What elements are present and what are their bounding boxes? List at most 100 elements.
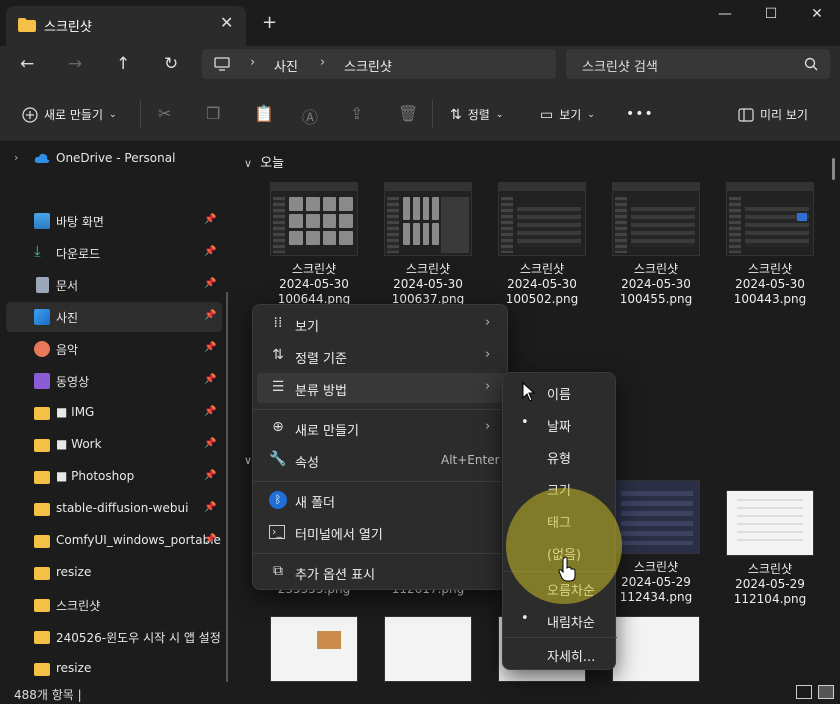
thumbnail <box>384 182 472 256</box>
submenu-item-date[interactable]: • 날짜 <box>507 409 613 439</box>
group-header-today[interactable]: ∨ 오늘 <box>244 152 284 171</box>
sidebar-item-videos[interactable]: 동영상 📌 <box>6 366 222 396</box>
file-item[interactable] <box>376 616 480 682</box>
submenu-item-type[interactable]: 유형 <box>507 441 613 471</box>
pin-icon[interactable]: 📌 <box>204 438 216 449</box>
shortcut-label: Alt+Enter <box>441 453 500 467</box>
rename-icon[interactable]: Ⓐ <box>302 104 318 128</box>
menu-item-view[interactable]: ⁞⁞ 보기 › <box>257 309 505 339</box>
tab-close-button[interactable]: ✕ <box>220 13 233 32</box>
sidebar-item-label: 바탕 화면 <box>56 215 104 229</box>
submenu-item-tags[interactable]: 태그 <box>507 505 613 535</box>
new-tab-button[interactable]: + <box>262 12 277 33</box>
new-button[interactable]: 새로 만들기 ⌄ <box>22 106 117 123</box>
up-button[interactable]: ↑ <box>116 54 130 74</box>
main-scrollbar[interactable] <box>832 158 835 180</box>
chevron-down-icon: ⌄ <box>109 109 117 120</box>
share-icon[interactable]: ⇪ <box>350 104 363 123</box>
sidebar-item-work[interactable]: ■ Work 📌 <box>6 430 222 460</box>
paste-icon[interactable]: 📋 <box>254 104 274 123</box>
menu-item-properties[interactable]: 🔧 속성 Alt+Enter <box>257 445 505 475</box>
more-options-button[interactable]: ••• <box>626 106 654 122</box>
sidebar-item-startup-apps[interactable]: 240526-윈도우 시작 시 앱 설정 <box>6 622 222 652</box>
sort-button[interactable]: ⇅ 정렬 ⌄ <box>450 106 503 123</box>
pin-icon[interactable]: 📌 <box>204 502 216 513</box>
folder-icon <box>34 471 50 484</box>
thumbnail <box>498 182 586 256</box>
file-item[interactable]: 스크린샷 2024-05-30 100644.png <box>262 182 366 307</box>
view-button[interactable]: ▭ 보기 ⌄ <box>540 106 595 123</box>
refresh-button[interactable]: ↻ <box>164 54 178 74</box>
tiles-view-icon[interactable] <box>818 685 834 699</box>
sidebar-item-photoshop[interactable]: ■ Photoshop 📌 <box>6 462 222 492</box>
sort-label: 정렬 <box>467 108 490 122</box>
sidebar-item-documents[interactable]: 문서 📌 <box>6 270 222 300</box>
pin-icon[interactable]: 📌 <box>204 278 216 289</box>
menu-item-label: 추가 옵션 표시 <box>295 568 376 583</box>
sidebar-item-resize[interactable]: resize <box>6 558 222 588</box>
file-item[interactable]: 스크린샷 2024-05-29 112434.png <box>604 480 708 605</box>
submenu-item-label: 자세히... <box>547 650 596 665</box>
pin-icon[interactable]: 📌 <box>204 470 216 481</box>
folder-icon <box>34 631 50 644</box>
delete-icon[interactable]: 🗑 <box>398 104 418 123</box>
file-item[interactable] <box>262 616 366 682</box>
file-date: 2024-05-30 <box>279 277 349 291</box>
maximize-button[interactable]: ☐ <box>756 6 786 28</box>
close-button[interactable]: ✕ <box>802 6 832 28</box>
file-item[interactable]: 스크린샷 2024-05-30 100502.png <box>490 182 594 307</box>
window-tab[interactable]: 스크린샷 ✕ <box>6 6 246 46</box>
breadcrumb-screenshots[interactable]: 스크린샷 <box>344 56 392 75</box>
sidebar-item-stable-diffusion[interactable]: stable-diffusion-webui 📌 <box>6 494 222 524</box>
selected-bullet-icon: • <box>521 611 529 626</box>
sidebar-item-music[interactable]: 음악 📌 <box>6 334 222 364</box>
chevron-down-icon[interactable]: ∨ <box>244 454 252 467</box>
file-item[interactable]: 스크린샷 2024-05-30 100455.png <box>604 182 708 307</box>
pin-icon[interactable]: 📌 <box>204 214 216 225</box>
sidebar-item-label: OneDrive - Personal <box>56 151 176 165</box>
sidebar-item-comfyui[interactable]: ComfyUI_windows_portable 📌 <box>6 526 222 556</box>
back-button[interactable]: ← <box>20 54 34 74</box>
pin-icon[interactable]: 📌 <box>204 342 216 353</box>
submenu-item-more[interactable]: 자세히... <box>507 639 613 669</box>
menu-item-group-by[interactable]: ☰ 분류 방법 › <box>257 373 505 403</box>
menu-item-new-folder[interactable]: ᛒ 새 폴더 <box>257 485 505 515</box>
address-bar[interactable]: › 사진 › 스크린샷 <box>202 49 556 79</box>
sidebar-item-img[interactable]: ■ IMG 📌 <box>6 398 222 428</box>
breadcrumb-pictures[interactable]: 사진 <box>274 56 298 75</box>
details-view-icon[interactable] <box>796 685 812 699</box>
submenu-item-label: 유형 <box>547 452 571 467</box>
preview-pane-button[interactable]: 미리 보기 <box>738 106 808 123</box>
forward-button[interactable]: → <box>68 54 82 74</box>
menu-item-sort-by[interactable]: ⇅ 정렬 기준 › <box>257 341 505 371</box>
sidebar-item-downloads[interactable]: ⤓ 다운로드 📌 <box>6 238 222 268</box>
sidebar-item-pictures[interactable]: 사진 📌 <box>6 302 222 332</box>
file-item[interactable] <box>604 616 708 682</box>
sidebar-scrollbar[interactable] <box>226 292 228 682</box>
sidebar-item-desktop[interactable]: 바탕 화면 📌 <box>6 206 222 236</box>
pin-icon[interactable]: 📌 <box>204 406 216 417</box>
copy-icon[interactable]: ❐ <box>206 104 220 123</box>
minimize-button[interactable]: — <box>710 6 740 28</box>
file-item[interactable]: 스크린샷 2024-05-30 100637.png <box>376 182 480 307</box>
sidebar-item-onedrive[interactable]: › OneDrive - Personal <box>6 144 222 174</box>
search-box[interactable]: 스크린샷 검색 <box>566 49 830 79</box>
menu-item-new[interactable]: ⊕ 새로 만들기 › <box>257 413 505 443</box>
pin-icon[interactable]: 📌 <box>204 310 216 321</box>
file-date: 2024-05-30 <box>621 277 691 291</box>
menu-item-open-terminal[interactable]: ›_ 터미널에서 열기 <box>257 517 505 547</box>
sort-icon: ⇅ <box>272 347 284 363</box>
sidebar-item-resize-2[interactable]: resize <box>6 654 222 682</box>
pin-icon[interactable]: 📌 <box>204 246 216 257</box>
file-item[interactable]: 스크린샷 2024-05-30 100443.png <box>718 182 822 307</box>
cut-icon[interactable]: ✂ <box>158 104 171 123</box>
submenu-item-size[interactable]: 크기 <box>507 473 613 503</box>
sidebar-item-label: 문서 <box>56 279 79 293</box>
context-menu: ⁞⁞ 보기 › ⇅ 정렬 기준 › ☰ 분류 방법 › ⊕ 새로 만들기 › 🔧… <box>252 304 509 590</box>
pin-icon[interactable]: 📌 <box>204 374 216 385</box>
menu-item-more-options[interactable]: ⧉ 추가 옵션 표시 <box>257 557 505 587</box>
submenu-item-descending[interactable]: • 내림차순 <box>507 605 613 635</box>
file-item[interactable]: 스크린샷 2024-05-29 112104.png <box>718 490 822 607</box>
pin-icon[interactable]: 📌 <box>204 534 216 545</box>
sidebar-item-screenshots[interactable]: 스크린샷 <box>6 590 222 620</box>
